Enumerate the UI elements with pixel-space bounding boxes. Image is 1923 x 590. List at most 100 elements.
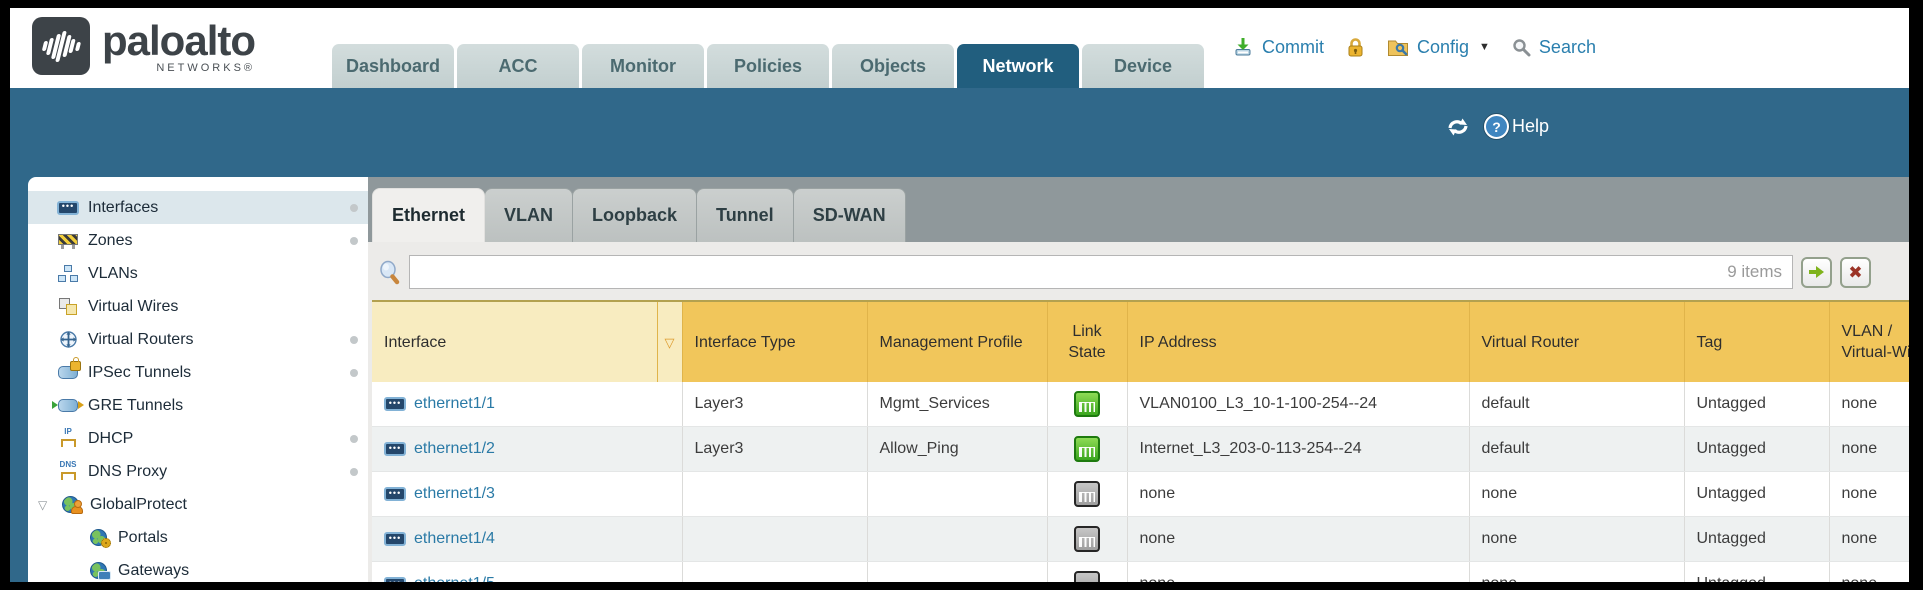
link-state-icon <box>1074 526 1100 552</box>
col-tag[interactable]: Tag <box>1684 302 1829 382</box>
interfaces-icon <box>56 198 80 218</box>
ethernet-interface-icon <box>384 442 406 456</box>
help-link[interactable]: Help <box>1512 116 1549 137</box>
link-state-icon <box>1074 391 1100 417</box>
sidebar-item-label: Interfaces <box>88 199 158 217</box>
lock-icon[interactable] <box>1346 37 1365 58</box>
link-state-icon <box>1074 481 1100 507</box>
items-count: 9 items <box>1727 262 1792 282</box>
tab-tunnel[interactable]: Tunnel <box>696 188 794 242</box>
sidebar-item-zones[interactable]: Zones <box>28 224 368 257</box>
item-dot <box>350 336 358 344</box>
sidebar-item-label: GlobalProtect <box>90 496 187 514</box>
sidebar-item-label: GRE Tunnels <box>88 397 183 415</box>
tab-loopback[interactable]: Loopback <box>572 188 697 242</box>
table-row[interactable]: ethernet1/5 none none Untagged none <box>372 562 1909 583</box>
top-header: paloalto NETWORKS® Dashboard ACC Monitor… <box>10 8 1909 88</box>
tab-monitor[interactable]: Monitor <box>582 44 704 88</box>
main-content: Ethernet VLAN Loopback Tunnel SD-WAN 9 i… <box>368 177 1909 582</box>
sidebar-item-label: VLANs <box>88 265 138 283</box>
clear-filter-button[interactable]: ✖ <box>1840 257 1871 288</box>
refresh-icon[interactable] <box>1446 117 1470 137</box>
chevron-down-icon[interactable]: ▼ <box>1479 41 1490 53</box>
col-vlan-virtual-wire[interactable]: VLAN / Virtual-Wire <box>1829 302 1909 382</box>
sidebar-item-ipsec-tunnels[interactable]: IPSec Tunnels <box>28 356 368 389</box>
interface-link[interactable]: ethernet1/2 <box>414 440 495 458</box>
sidebar-item-vlans[interactable]: VLANs <box>28 257 368 290</box>
sidebar-item-label: Portals <box>118 529 168 547</box>
tab-acc[interactable]: ACC <box>457 44 579 88</box>
item-dot <box>350 204 358 212</box>
tab-ethernet[interactable]: Ethernet <box>372 188 485 242</box>
paloalto-logo-icon <box>32 17 90 75</box>
apply-filter-button[interactable] <box>1801 257 1832 288</box>
table-row[interactable]: ethernet1/2 Layer3 Allow_Ping Internet_L… <box>372 427 1909 472</box>
col-virtual-router[interactable]: Virtual Router <box>1469 302 1684 382</box>
sidebar-item-label: IPSec Tunnels <box>88 364 191 382</box>
col-interface[interactable]: Interface <box>372 302 657 382</box>
interface-link[interactable]: ethernet1/3 <box>414 485 495 503</box>
col-interface-type[interactable]: Interface Type <box>682 302 867 382</box>
sidebar-item-gre-tunnels[interactable]: GRE Tunnels <box>28 389 368 422</box>
filter-input[interactable] <box>410 256 1727 288</box>
brand-subtitle: NETWORKS® <box>102 62 255 74</box>
col-ip-address[interactable]: IP Address <box>1127 302 1469 382</box>
table-row[interactable]: ethernet1/4 none none Untagged none <box>372 517 1909 562</box>
tab-objects[interactable]: Objects <box>832 44 954 88</box>
sidebar-item-dns-proxy[interactable]: DNS Proxy <box>28 455 368 488</box>
col-management-profile[interactable]: Management Profile <box>867 302 1047 382</box>
collapse-triangle-icon[interactable]: ▽ <box>38 498 58 512</box>
item-dot <box>350 237 358 245</box>
vlans-icon <box>56 264 80 284</box>
ipsec-tunnels-icon <box>56 363 80 383</box>
filter-magnifier-icon <box>378 260 401 285</box>
filter-input-wrapper: 9 items <box>409 255 1793 289</box>
globalprotect-icon <box>58 495 82 515</box>
sidebar-item-label: Virtual Routers <box>88 331 194 349</box>
sidebar-item-gateways[interactable]: Gateways <box>28 554 368 582</box>
tab-device[interactable]: Device <box>1082 44 1204 88</box>
table-row[interactable]: ethernet1/3 none none Untagged none <box>372 472 1909 517</box>
search-button[interactable]: Search <box>1539 37 1596 58</box>
tab-policies[interactable]: Policies <box>707 44 829 88</box>
config-dropdown[interactable]: Config <box>1417 37 1469 58</box>
sidebar-item-interfaces[interactable]: Interfaces <box>28 191 368 224</box>
gateways-icon <box>86 561 110 581</box>
sidebar-item-label: Virtual Wires <box>88 298 178 316</box>
paloalto-logo: paloalto NETWORKS® <box>32 17 255 75</box>
tab-sdwan[interactable]: SD-WAN <box>793 188 906 242</box>
config-icon <box>1387 38 1409 57</box>
tab-network[interactable]: Network <box>957 44 1079 88</box>
main-nav-tabs: Dashboard ACC Monitor Policies Objects N… <box>332 44 1204 88</box>
brand-name: paloalto <box>102 17 255 65</box>
virtual-wires-icon <box>56 297 80 317</box>
ethernet-interface-icon <box>384 577 406 582</box>
sort-dropdown[interactable]: ▽ <box>657 302 682 382</box>
sidebar-item-virtual-wires[interactable]: Virtual Wires <box>28 290 368 323</box>
link-state-icon <box>1074 571 1100 582</box>
interface-link[interactable]: ethernet1/4 <box>414 530 495 548</box>
tab-dashboard[interactable]: Dashboard <box>332 44 454 88</box>
gre-tunnels-icon <box>56 396 80 416</box>
tab-vlan[interactable]: VLAN <box>484 188 573 242</box>
help-icon[interactable]: ? <box>1484 114 1509 139</box>
table-row[interactable]: ethernet1/1 Layer3 Mgmt_Services VLAN010… <box>372 382 1909 427</box>
ethernet-interface-icon <box>384 487 406 501</box>
interface-link[interactable]: ethernet1/5 <box>414 575 495 582</box>
interface-link[interactable]: ethernet1/1 <box>414 395 495 413</box>
sidebar-item-globalprotect[interactable]: ▽ GlobalProtect <box>28 488 368 521</box>
portals-icon <box>86 528 110 548</box>
search-icon <box>1512 38 1531 57</box>
dhcp-icon <box>56 429 80 449</box>
col-link-state[interactable]: Link State <box>1047 302 1127 382</box>
table-header-row: Interface ▽ Interface Type Management Pr… <box>372 302 1909 382</box>
sidebar-item-dhcp[interactable]: DHCP <box>28 422 368 455</box>
sidebar-item-virtual-routers[interactable]: Virtual Routers <box>28 323 368 356</box>
sort-triangle-icon: ▽ <box>665 335 675 350</box>
dns-proxy-icon <box>56 462 80 482</box>
sidebar-item-label: Zones <box>88 232 132 250</box>
item-dot <box>350 468 358 476</box>
commit-button[interactable]: Commit <box>1262 37 1324 58</box>
sidebar-item-portals[interactable]: Portals <box>28 521 368 554</box>
ethernet-panel: 9 items ✖ <box>368 242 1909 582</box>
